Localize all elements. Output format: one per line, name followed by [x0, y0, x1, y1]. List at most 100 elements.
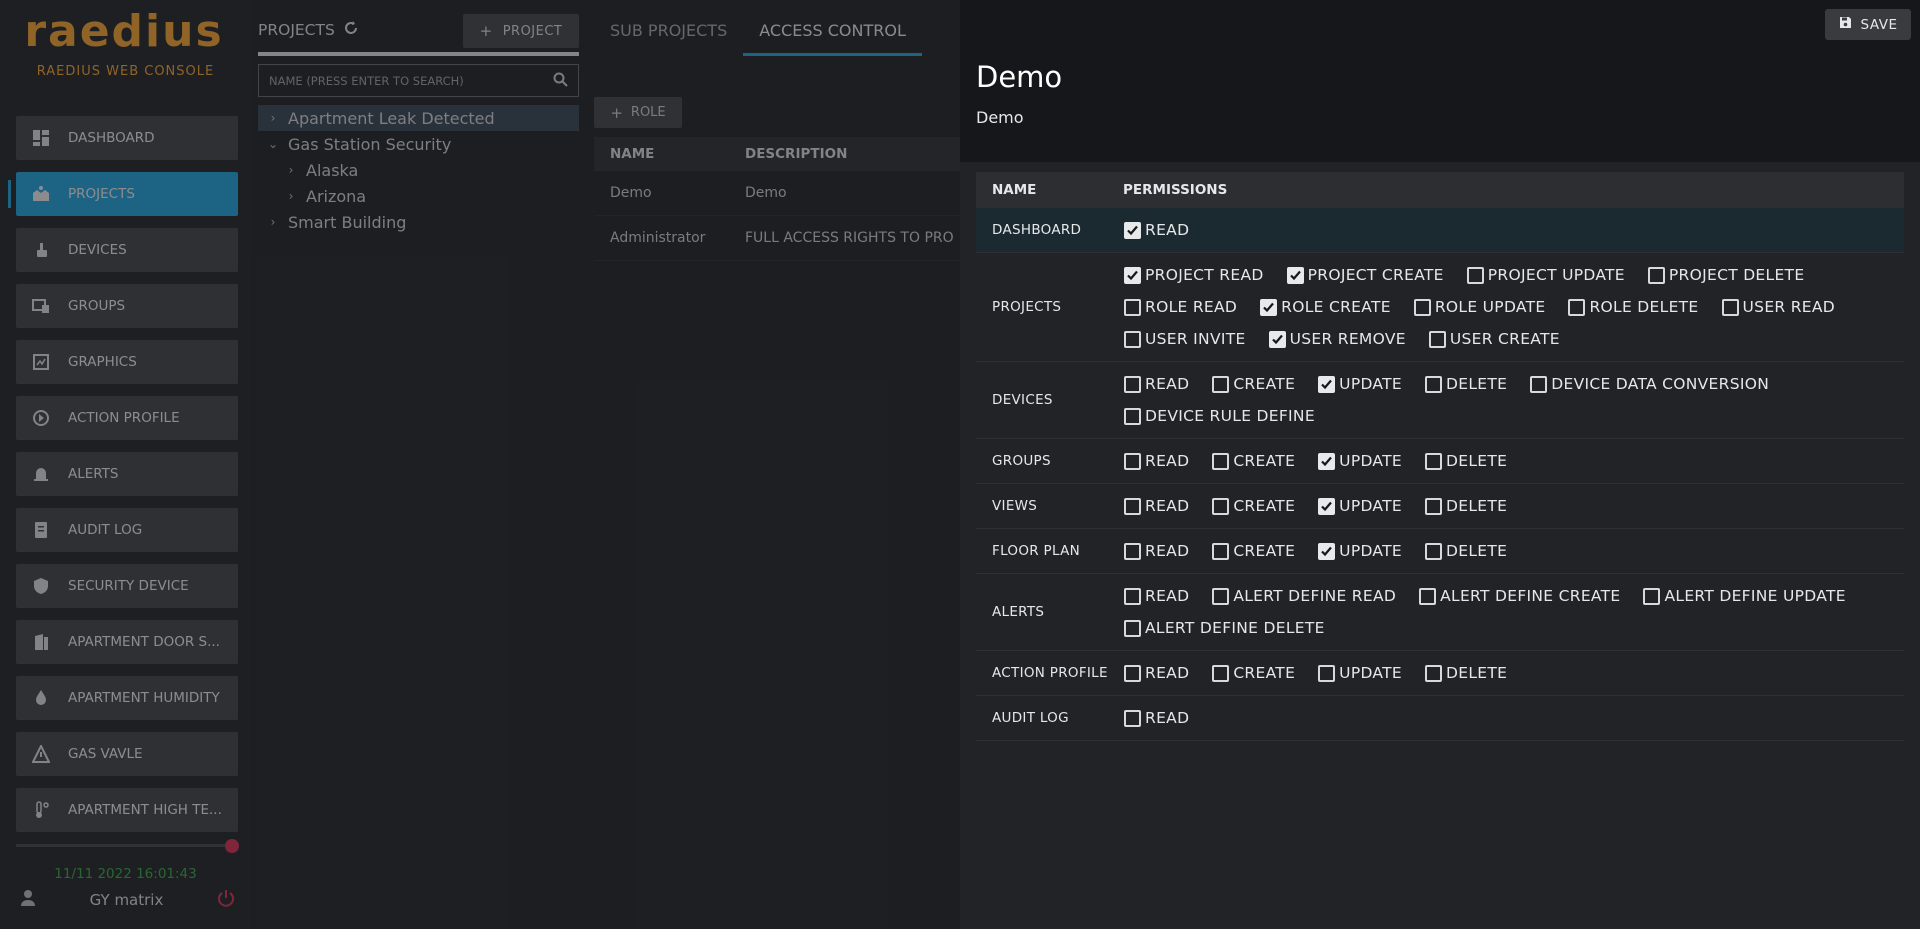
checkbox[interactable]: [1425, 542, 1442, 560]
permission-group-name: ALERTS: [992, 604, 1045, 620]
perm-projects-project-delete[interactable]: PROJECT DELETE: [1647, 259, 1805, 291]
perm-views-create[interactable]: CREATE: [1211, 490, 1295, 522]
checkbox[interactable]: [1530, 375, 1548, 393]
checkbox[interactable]: [1286, 266, 1304, 284]
checkbox[interactable]: [1124, 407, 1141, 425]
checkbox[interactable]: [1318, 375, 1336, 393]
checkbox[interactable]: [1419, 587, 1437, 605]
checkbox[interactable]: [1721, 298, 1739, 316]
perm-devices-read[interactable]: READ: [1123, 368, 1189, 400]
checkbox[interactable]: [1466, 266, 1484, 284]
perm-floor-plan-read[interactable]: READ: [1123, 535, 1189, 567]
checkbox[interactable]: [1318, 542, 1336, 560]
checkbox[interactable]: [1212, 497, 1230, 515]
perm-alerts-alert-define-update[interactable]: ALERT DEFINE UPDATE: [1642, 580, 1846, 612]
checkbox[interactable]: [1212, 542, 1230, 560]
permission-row-alerts: ALERTS READ ALERT DEFINE READ ALERT DEFINE …: [976, 574, 1904, 651]
checkbox[interactable]: [1124, 452, 1141, 470]
perm-views-read[interactable]: READ: [1123, 490, 1189, 522]
permission-row-dashboard: DASHBOARD READ: [976, 208, 1904, 253]
perm-projects-project-create[interactable]: PROJECT CREATE: [1286, 259, 1444, 291]
perm-floor-plan-delete[interactable]: DELETE: [1424, 535, 1507, 567]
perm-projects-role-update[interactable]: ROLE UPDATE: [1413, 291, 1546, 323]
checkbox[interactable]: [1318, 497, 1336, 515]
checkbox[interactable]: [1318, 664, 1336, 682]
checkbox[interactable]: [1212, 664, 1230, 682]
perm-devices-update[interactable]: UPDATE: [1317, 368, 1402, 400]
modal-backdrop[interactable]: [0, 0, 960, 929]
permission-row-action-profile: ACTION PROFILE READ CREATE UPDATE DELETE: [976, 651, 1904, 696]
checkbox[interactable]: [1268, 330, 1286, 348]
checkbox[interactable]: [1124, 497, 1141, 515]
checkbox-label: READ: [1145, 221, 1190, 239]
checkbox[interactable]: [1124, 587, 1141, 605]
checkbox[interactable]: [1425, 664, 1442, 682]
checkbox[interactable]: [1124, 298, 1141, 316]
perm-groups-create[interactable]: CREATE: [1211, 445, 1295, 477]
checkbox[interactable]: [1260, 298, 1278, 316]
perm-action-profile-read[interactable]: READ: [1123, 657, 1189, 689]
checkbox[interactable]: [1124, 375, 1141, 393]
save-button[interactable]: SAVE: [1825, 9, 1911, 40]
checkbox[interactable]: [1212, 587, 1230, 605]
perm-projects-user-read[interactable]: USER READ: [1721, 291, 1835, 323]
perm-devices-delete[interactable]: DELETE: [1424, 368, 1507, 400]
checkbox-label: ROLE DELETE: [1589, 298, 1699, 316]
checkbox-label: DELETE: [1446, 375, 1508, 393]
checkbox[interactable]: [1124, 619, 1141, 637]
perm-action-profile-update[interactable]: UPDATE: [1317, 657, 1402, 689]
perm-projects-role-delete[interactable]: ROLE DELETE: [1567, 291, 1698, 323]
checkbox[interactable]: [1425, 375, 1442, 393]
perm-alerts-alert-define-read[interactable]: ALERT DEFINE READ: [1211, 580, 1396, 612]
checkbox[interactable]: [1647, 266, 1665, 284]
checkbox[interactable]: [1124, 709, 1141, 727]
perm-action-profile-delete[interactable]: DELETE: [1424, 657, 1507, 689]
checkbox[interactable]: [1124, 221, 1141, 239]
perm-projects-user-remove[interactable]: USER REMOVE: [1268, 323, 1406, 355]
role-title: Demo: [976, 60, 1063, 94]
checkbox[interactable]: [1568, 298, 1586, 316]
perm-projects-role-read[interactable]: ROLE READ: [1123, 291, 1237, 323]
perm-groups-update[interactable]: UPDATE: [1317, 445, 1402, 477]
perm-floor-plan-update[interactable]: UPDATE: [1317, 535, 1402, 567]
perm-devices-device-data-conversion[interactable]: DEVICE DATA CONVERSION: [1529, 368, 1769, 400]
perm-views-update[interactable]: UPDATE: [1317, 490, 1402, 522]
perm-projects-project-update[interactable]: PROJECT UPDATE: [1466, 259, 1625, 291]
checkbox-label: READ: [1145, 587, 1190, 605]
perm-alerts-read[interactable]: READ: [1123, 580, 1189, 612]
checkbox[interactable]: [1124, 542, 1141, 560]
perm-floor-plan-create[interactable]: CREATE: [1211, 535, 1295, 567]
permission-row-groups: GROUPS READ CREATE UPDATE DELETE: [976, 439, 1904, 484]
perm-devices-device-rule-define[interactable]: DEVICE RULE DEFINE: [1123, 400, 1315, 432]
checkbox[interactable]: [1643, 587, 1661, 605]
checkbox[interactable]: [1124, 330, 1141, 348]
perm-views-delete[interactable]: DELETE: [1424, 490, 1507, 522]
perm-groups-read[interactable]: READ: [1123, 445, 1189, 477]
checkbox[interactable]: [1318, 452, 1336, 470]
checkbox[interactable]: [1212, 452, 1230, 470]
perm-action-profile-create[interactable]: CREATE: [1211, 657, 1295, 689]
perm-projects-project-read[interactable]: PROJECT READ: [1123, 259, 1264, 291]
checkbox[interactable]: [1413, 298, 1431, 316]
checkbox-label: READ: [1145, 664, 1190, 682]
permission-options: READ CREATE UPDATE DELETE: [1123, 484, 1904, 528]
perm-audit-log-read[interactable]: READ: [1123, 702, 1189, 734]
perm-projects-user-invite[interactable]: USER INVITE: [1123, 323, 1246, 355]
perm-groups-delete[interactable]: DELETE: [1424, 445, 1507, 477]
checkbox[interactable]: [1124, 266, 1141, 284]
perm-devices-create[interactable]: CREATE: [1211, 368, 1295, 400]
checkbox-label: UPDATE: [1339, 664, 1402, 682]
checkbox-label: READ: [1145, 709, 1190, 727]
perm-projects-role-create[interactable]: ROLE CREATE: [1259, 291, 1391, 323]
checkbox[interactable]: [1428, 330, 1446, 348]
perm-alerts-alert-define-delete[interactable]: ALERT DEFINE DELETE: [1123, 612, 1325, 644]
checkbox[interactable]: [1212, 375, 1230, 393]
perm-dashboard-read[interactable]: READ: [1123, 214, 1189, 246]
role-permissions-panel: SAVE Demo Demo NAME PERMISSIONS DASHBOAR…: [960, 0, 1920, 929]
checkbox[interactable]: [1124, 664, 1141, 682]
perm-alerts-alert-define-create[interactable]: ALERT DEFINE CREATE: [1418, 580, 1620, 612]
checkbox[interactable]: [1425, 497, 1442, 515]
perm-projects-user-create[interactable]: USER CREATE: [1428, 323, 1560, 355]
checkbox[interactable]: [1425, 452, 1442, 470]
permission-options: READ CREATE UPDATE DELETE: [1123, 651, 1904, 695]
